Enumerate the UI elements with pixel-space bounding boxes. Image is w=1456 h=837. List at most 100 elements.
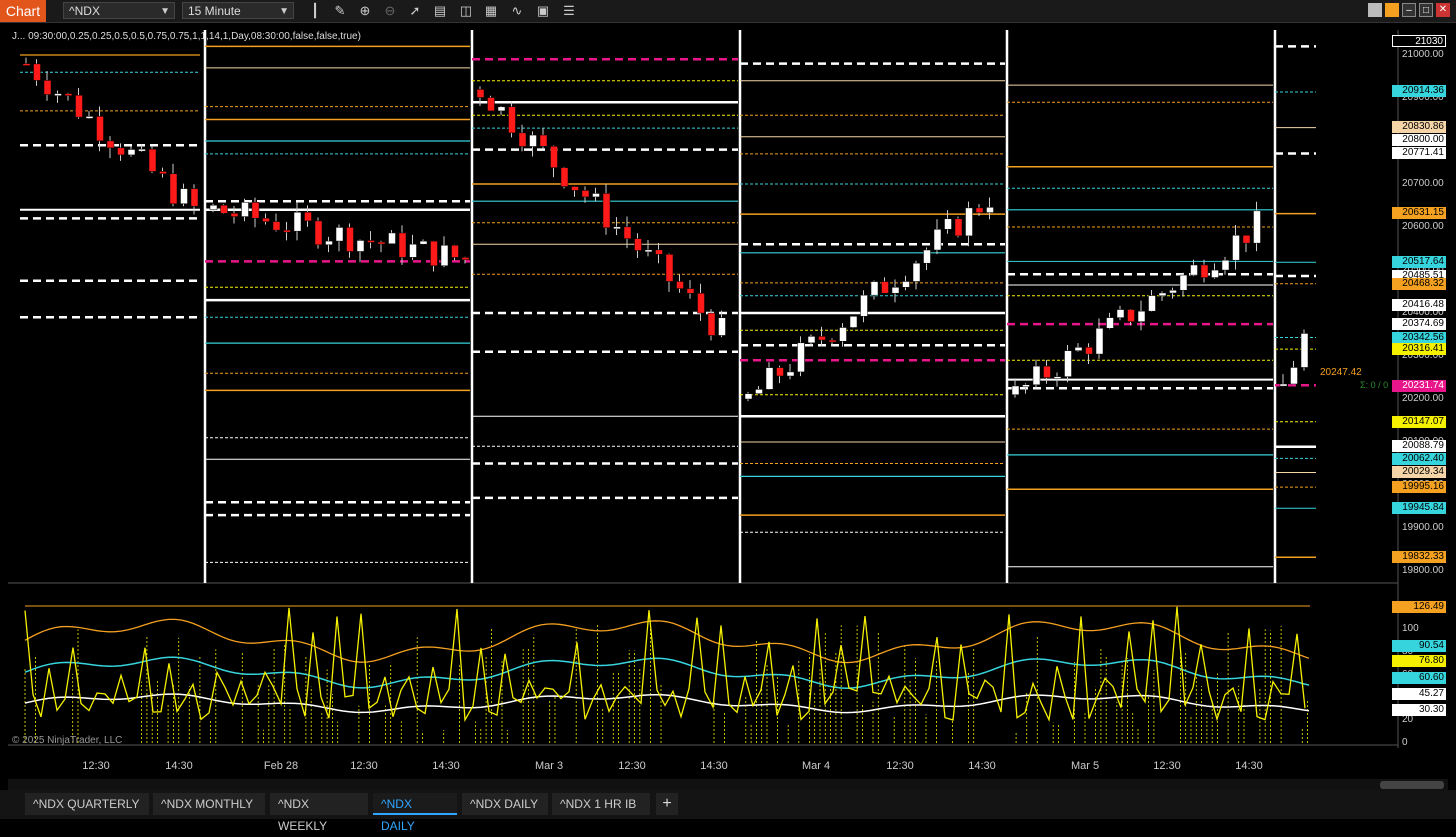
candle-body <box>797 342 805 373</box>
time-tick-label: 14:30 <box>432 760 460 772</box>
tab-ndx-weekly[interactable]: ^NDX WEEKLY <box>270 793 368 833</box>
candle-body <box>96 116 104 142</box>
candle-body <box>241 202 249 217</box>
price-marker-label: 19945.84 <box>1392 502 1446 514</box>
candle-body <box>786 371 795 377</box>
add-tab-button[interactable]: + <box>656 793 678 815</box>
candle-body <box>220 204 228 214</box>
candle-body <box>1179 274 1188 291</box>
candle-body <box>127 149 136 156</box>
candle-body <box>398 232 407 258</box>
candle-body <box>765 367 774 390</box>
candle-body <box>430 240 438 266</box>
candle-body <box>325 240 333 246</box>
candle-body <box>623 226 632 239</box>
candle-body <box>138 148 146 152</box>
time-axis[interactable]: 12:30 14:30 Feb 28 12:30 14:30 Mar 3 12:30 14:3… <box>8 748 1398 778</box>
time-tick-label: 12:30 <box>82 760 110 772</box>
candle-body <box>1253 210 1261 244</box>
candle-body <box>314 220 323 246</box>
candle-body <box>293 211 302 232</box>
candle-body <box>251 202 260 219</box>
candle-body <box>807 336 816 344</box>
candle-body <box>75 95 83 118</box>
candle-body <box>1064 350 1072 377</box>
candle-body <box>613 226 621 230</box>
price-marker-label: 20416.48 <box>1392 299 1446 311</box>
indicator-marker-label: 126.49 <box>1392 601 1446 613</box>
candle-body <box>518 132 527 147</box>
candle-body <box>272 221 281 231</box>
tab-ndx-daily[interactable]: ^NDX DAILY <box>462 793 548 815</box>
tab-ndx-daily[interactable]: ^NDX DAILY <box>373 793 457 833</box>
candle-body <box>367 240 375 243</box>
candle-body <box>1200 264 1209 278</box>
price-tick-label: 19900.00 <box>1402 522 1444 533</box>
candle-body <box>64 93 73 96</box>
candle-body <box>1169 290 1177 294</box>
candle-body <box>560 167 569 187</box>
candle-body <box>54 93 62 96</box>
candle-body <box>1158 292 1167 297</box>
candle-body <box>1148 295 1156 312</box>
time-tick-label: 14:30 <box>968 760 996 772</box>
candle-body <box>487 97 495 112</box>
candle-body <box>1279 383 1288 387</box>
price-marker-label: 20029.34 <box>1392 466 1446 478</box>
candle-body <box>839 327 847 342</box>
price-tick-label: 20700.00 <box>1402 178 1444 189</box>
candle-body <box>1053 376 1062 379</box>
tab-ndx-1-hr-ib[interactable]: ^NDX 1 HR IB <box>552 793 650 815</box>
candle-body <box>497 106 506 112</box>
tab-ndx-quarterly[interactable]: ^NDX QUARTERLY <box>25 793 149 815</box>
candle-body <box>377 241 386 245</box>
indicator-marker-label: 30.30 <box>1392 704 1446 716</box>
floating-price-label: 20247.42 <box>1320 367 1362 378</box>
candle-body <box>1221 259 1230 271</box>
price-chart[interactable] <box>0 0 1456 819</box>
candle-body <box>22 63 31 66</box>
candle-body <box>718 317 726 336</box>
candle-body <box>686 288 695 294</box>
indicator-marker-label: 45.27 <box>1392 688 1446 700</box>
candle-body <box>85 116 94 119</box>
candle-body <box>744 393 753 400</box>
time-tick-label: Feb 28 <box>263 760 299 772</box>
candle-body <box>602 193 611 228</box>
candle-body <box>190 188 199 207</box>
candle-body <box>954 218 963 237</box>
price-marker-label: 19995.16 <box>1392 481 1446 493</box>
candle-body <box>106 140 115 149</box>
time-tick-label: Mar 3 <box>534 760 564 772</box>
candle-body <box>209 204 218 211</box>
candle-body <box>634 238 642 251</box>
candle-body <box>508 106 516 134</box>
candle-body <box>697 293 705 314</box>
price-marker-label: 20088.79 <box>1392 440 1446 452</box>
sigma-text: Σ: 0 / 0 <box>1360 380 1389 390</box>
candle-body <box>461 257 470 260</box>
indicator-marker-label: 90.54 <box>1392 640 1446 652</box>
tab-ndx-monthly[interactable]: ^NDX MONTHLY <box>153 793 265 815</box>
price-tick-label: 19800.00 <box>1402 565 1444 576</box>
price-tick-label: 21000.00 <box>1402 49 1444 60</box>
candle-body <box>539 134 548 147</box>
indicator-orange-line <box>24 618 1310 664</box>
candle-body <box>1032 365 1041 386</box>
price-marker-label: 19832.33 <box>1392 551 1446 563</box>
scrollbar-thumb[interactable] <box>1380 781 1444 789</box>
candle-body <box>1043 365 1051 378</box>
time-tick-label: 14:30 <box>1235 760 1263 772</box>
candle-body <box>755 389 763 394</box>
candle-body <box>117 147 125 156</box>
candle-body <box>923 249 931 264</box>
candle-body <box>581 190 590 198</box>
candle-body <box>891 287 900 294</box>
candle-body <box>1242 235 1251 244</box>
candle-body <box>1127 309 1135 322</box>
candle-body <box>571 186 579 191</box>
candle-body <box>335 227 344 242</box>
candle-body <box>529 134 537 147</box>
candle-body <box>1022 384 1030 388</box>
indicator-marker-label: 76.80 <box>1392 655 1446 667</box>
